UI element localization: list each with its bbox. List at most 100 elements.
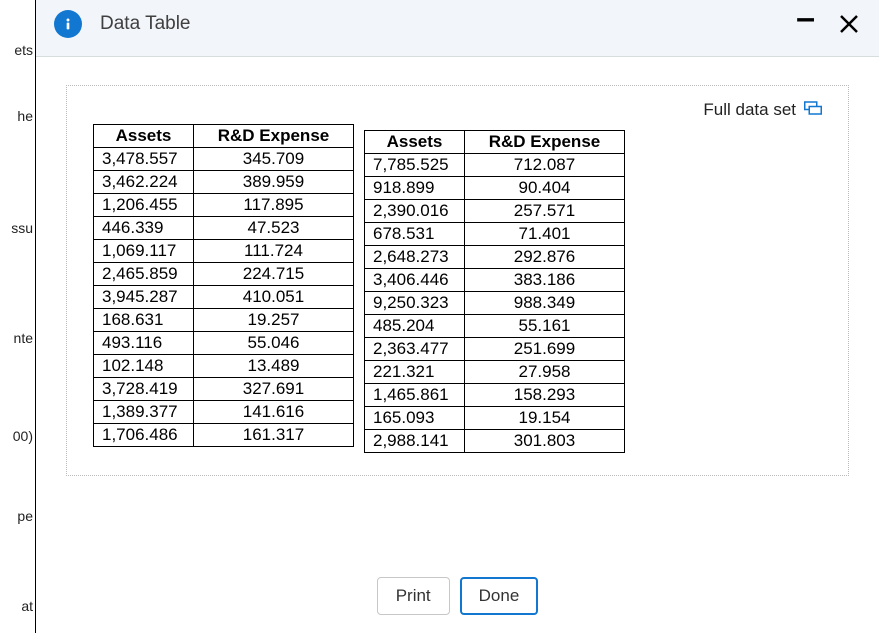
tables-wrap: Assets R&D Expense 3,478.557345.7093,462… (93, 124, 822, 453)
cell-rd-expense: 90.404 (465, 177, 625, 200)
table-row: 168.63119.257 (94, 309, 354, 332)
table-row: 2,988.141301.803 (365, 430, 625, 453)
cell-rd-expense: 410.051 (194, 286, 354, 309)
cell-rd-expense: 251.699 (465, 338, 625, 361)
bg-fragment: ssu (11, 220, 33, 236)
full-data-set-label: Full data set (703, 100, 796, 120)
cell-assets: 3,406.446 (365, 269, 465, 292)
cell-rd-expense: 19.154 (465, 407, 625, 430)
table-row: 3,406.446383.186 (365, 269, 625, 292)
cell-rd-expense: 988.349 (465, 292, 625, 315)
info-icon (54, 10, 82, 38)
cell-assets: 2,390.016 (365, 200, 465, 223)
table-row: 2,465.859224.715 (94, 263, 354, 286)
cell-rd-expense: 712.087 (465, 154, 625, 177)
dialog-titlebar: Data Table – (36, 0, 879, 57)
table-row: 1,069.117111.724 (94, 240, 354, 263)
table-row: 446.33947.523 (94, 217, 354, 240)
table-row: 3,728.419327.691 (94, 378, 354, 401)
table-row: 9,250.323988.349 (365, 292, 625, 315)
bg-fragment: nte (14, 330, 33, 346)
cell-assets: 1,069.117 (94, 240, 194, 263)
table-row: 7,785.525712.087 (365, 154, 625, 177)
bg-fragment: 00) (13, 428, 33, 444)
table-row: 2,363.477251.699 (365, 338, 625, 361)
cell-assets: 1,206.455 (94, 194, 194, 217)
print-button[interactable]: Print (377, 577, 450, 615)
table-row: 3,945.287410.051 (94, 286, 354, 309)
cell-assets: 221.321 (365, 361, 465, 384)
cell-assets: 165.093 (365, 407, 465, 430)
table-row: 3,478.557345.709 (94, 148, 354, 171)
cell-assets: 1,706.486 (94, 424, 194, 447)
table-row: 2,648.273292.876 (365, 246, 625, 269)
cell-assets: 2,465.859 (94, 263, 194, 286)
header-assets: Assets (94, 125, 194, 148)
cell-assets: 3,945.287 (94, 286, 194, 309)
cell-rd-expense: 301.803 (465, 430, 625, 453)
done-button[interactable]: Done (460, 577, 539, 615)
cell-rd-expense: 292.876 (465, 246, 625, 269)
data-table-right: Assets R&D Expense 7,785.525712.087918.8… (364, 130, 625, 453)
table-row: 918.89990.404 (365, 177, 625, 200)
cell-rd-expense: 141.616 (194, 401, 354, 424)
table-row: 102.14813.489 (94, 355, 354, 378)
copy-icon[interactable] (804, 100, 822, 120)
cell-assets: 9,250.323 (365, 292, 465, 315)
table-row: 1,389.377141.616 (94, 401, 354, 424)
cell-assets: 3,478.557 (94, 148, 194, 171)
cell-rd-expense: 47.523 (194, 217, 354, 240)
cell-rd-expense: 55.161 (465, 315, 625, 338)
table-header-row: Assets R&D Expense (94, 125, 354, 148)
cell-rd-expense: 19.257 (194, 309, 354, 332)
cell-assets: 7,785.525 (365, 154, 465, 177)
table-row: 2,390.016257.571 (365, 200, 625, 223)
cell-rd-expense: 117.895 (194, 194, 354, 217)
cell-assets: 485.204 (365, 315, 465, 338)
full-data-set-row: Full data set (93, 96, 822, 124)
cell-rd-expense: 257.571 (465, 200, 625, 223)
cell-rd-expense: 345.709 (194, 148, 354, 171)
cell-rd-expense: 27.958 (465, 361, 625, 384)
table-row: 678.53171.401 (365, 223, 625, 246)
bg-fragment: at (21, 598, 33, 614)
table-row: 1,465.861158.293 (365, 384, 625, 407)
bg-fragment: he (17, 108, 33, 124)
cell-rd-expense: 71.401 (465, 223, 625, 246)
table-row: 3,462.224389.959 (94, 171, 354, 194)
header-rd-expense: R&D Expense (194, 125, 354, 148)
cell-rd-expense: 55.046 (194, 332, 354, 355)
data-table-left: Assets R&D Expense 3,478.557345.7093,462… (93, 124, 354, 447)
cell-assets: 2,363.477 (365, 338, 465, 361)
dialog-title: Data Table (100, 13, 796, 35)
table-row: 1,206.455117.895 (94, 194, 354, 217)
cell-assets: 2,988.141 (365, 430, 465, 453)
table-row: 221.32127.958 (365, 361, 625, 384)
bg-fragment: ets (14, 42, 33, 58)
close-button[interactable] (837, 12, 861, 36)
data-table-dialog: Data Table – Full data set (35, 0, 879, 633)
cell-rd-expense: 13.489 (194, 355, 354, 378)
cell-assets: 3,728.419 (94, 378, 194, 401)
table-header-row: Assets R&D Expense (365, 131, 625, 154)
table-row: 165.09319.154 (365, 407, 625, 430)
cell-assets: 3,462.224 (94, 171, 194, 194)
cell-assets: 168.631 (94, 309, 194, 332)
header-rd-expense: R&D Expense (465, 131, 625, 154)
cell-rd-expense: 158.293 (465, 384, 625, 407)
cell-assets: 102.148 (94, 355, 194, 378)
cell-assets: 1,465.861 (365, 384, 465, 407)
bg-fragment: pe (17, 508, 33, 524)
cell-rd-expense: 383.186 (465, 269, 625, 292)
table-row: 485.20455.161 (365, 315, 625, 338)
background-text-fragments: ets he ssu nte 00) pe at (0, 0, 35, 633)
titlebar-actions: – (796, 12, 861, 36)
dialog-footer: Print Done (36, 571, 879, 633)
cell-assets: 1,389.377 (94, 401, 194, 424)
cell-assets: 493.116 (94, 332, 194, 355)
cell-assets: 678.531 (365, 223, 465, 246)
cell-rd-expense: 161.317 (194, 424, 354, 447)
cell-rd-expense: 327.691 (194, 378, 354, 401)
cell-rd-expense: 111.724 (194, 240, 354, 263)
cell-assets: 446.339 (94, 217, 194, 240)
